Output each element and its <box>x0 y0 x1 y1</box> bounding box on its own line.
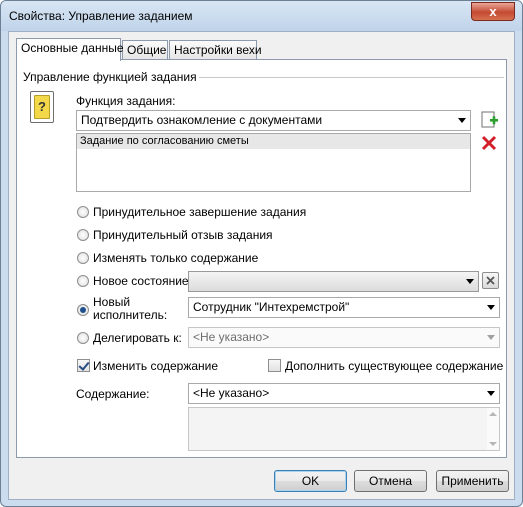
content-select[interactable]: <Не указано> <box>188 383 500 404</box>
scroll-down-icon[interactable] <box>489 442 497 446</box>
new-executor-label[interactable]: Новый исполнитель: <box>93 296 167 322</box>
chevron-down-icon[interactable] <box>458 118 466 123</box>
delegate-select[interactable]: <Не указано> <box>188 327 500 348</box>
new-executor-radio[interactable] <box>77 304 89 316</box>
close-icon: x <box>489 4 497 19</box>
content-scrollbar[interactable] <box>487 408 499 450</box>
append-content-label[interactable]: Дополнить существующее содержание <box>285 359 503 373</box>
function-list[interactable]: Задание по согласованию сметы <box>76 133 471 192</box>
content-value: <Не указано> <box>193 386 270 400</box>
add-document-icon <box>481 111 498 128</box>
dialog-window: Свойства: Управление заданием x Основные… <box>0 0 523 507</box>
new-executor-select[interactable]: Сотрудник "Интехремстрой" <box>188 297 500 318</box>
change-content-only-radio[interactable] <box>77 252 89 264</box>
change-content-checkbox[interactable] <box>77 359 90 372</box>
function-select[interactable]: Подтвердить ознакомление с документами <box>76 110 471 131</box>
change-content-only-label[interactable]: Изменять только содержание <box>93 251 258 265</box>
add-function-button[interactable] <box>479 110 499 130</box>
new-executor-label-line1: Новый <box>93 295 131 309</box>
change-content-label[interactable]: Изменить содержание <box>93 359 218 373</box>
group-title: Управление функцией задания <box>23 70 197 84</box>
tab-panel: Управление функцией задания ? Функция за… <box>16 59 507 458</box>
new-state-select[interactable] <box>188 271 479 292</box>
content-text-area[interactable] <box>188 407 500 451</box>
list-item[interactable]: Задание по согласованию сметы <box>77 134 470 149</box>
tab-milestone-settings[interactable]: Настройки вехи <box>169 40 262 60</box>
clear-new-state-button[interactable] <box>482 272 499 289</box>
close-button[interactable]: x <box>471 2 515 21</box>
function-label: Функция задания: <box>76 94 176 108</box>
force-complete-radio[interactable] <box>77 206 89 218</box>
ok-button[interactable]: OK <box>274 470 347 492</box>
function-select-value: Подтвердить ознакомление с документами <box>81 113 323 127</box>
content-label: Содержание: <box>76 387 150 401</box>
new-state-radio[interactable] <box>77 275 89 287</box>
clear-icon <box>486 276 495 285</box>
title-bar[interactable]: Свойства: Управление заданием x <box>1 1 522 31</box>
cancel-button[interactable]: Отмена <box>354 470 427 492</box>
tab-general[interactable]: Общие <box>122 40 168 60</box>
scroll-up-icon[interactable] <box>489 412 497 416</box>
append-content-checkbox[interactable] <box>268 359 281 372</box>
chevron-down-icon[interactable] <box>487 305 495 310</box>
new-state-label[interactable]: Новое состояние: <box>93 274 192 288</box>
delegate-radio[interactable] <box>77 332 89 344</box>
new-executor-value: Сотрудник "Интехремстрой" <box>193 300 350 314</box>
chevron-down-icon[interactable] <box>487 391 495 396</box>
delegate-value: <Не указано> <box>193 330 270 344</box>
dialog-client-area: Основные данные Общие Настройки вехи Упр… <box>8 31 515 500</box>
window-title: Свойства: Управление заданием <box>9 9 193 23</box>
apply-button[interactable]: Применить <box>436 470 509 492</box>
tab-main-data[interactable]: Основные данные <box>16 38 124 61</box>
chevron-down-icon[interactable] <box>487 335 495 340</box>
task-function-icon: ? <box>30 91 54 123</box>
delete-icon <box>481 135 497 151</box>
group-divider <box>199 77 504 78</box>
remove-function-button[interactable] <box>479 133 499 153</box>
chevron-down-icon[interactable] <box>466 279 474 284</box>
force-revoke-label[interactable]: Принудительный отзыв задания <box>93 228 273 242</box>
delegate-label[interactable]: Делегировать к: <box>93 331 182 345</box>
force-complete-label[interactable]: Принудительное завершение задания <box>93 205 306 219</box>
new-executor-label-line2: исполнитель: <box>93 308 168 322</box>
force-revoke-radio[interactable] <box>77 229 89 241</box>
